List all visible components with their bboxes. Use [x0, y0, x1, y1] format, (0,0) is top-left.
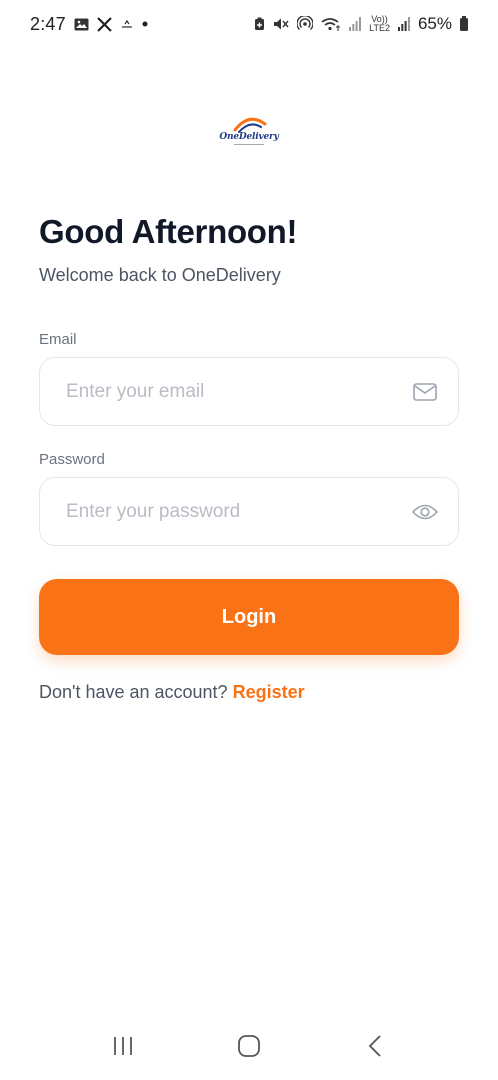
register-prompt: Don't have an account? — [39, 682, 228, 702]
register-row: Don't have an account? Register — [39, 682, 305, 703]
wifi-icon — [321, 17, 341, 32]
battery-saver-icon — [254, 17, 265, 31]
signal-1-icon — [349, 17, 362, 31]
status-bar-right: Vo)) LTE2 65% — [254, 14, 468, 34]
status-time: 2:47 — [30, 13, 66, 34]
back-icon[interactable] — [355, 1026, 395, 1066]
cloud-notification-icon — [120, 19, 134, 29]
more-notifications-dot-icon — [142, 21, 148, 27]
home-icon[interactable] — [229, 1026, 269, 1066]
mail-icon — [412, 379, 438, 405]
status-bar: 2:47 Vo)) LTE2 65% — [0, 0, 498, 48]
register-link[interactable]: Register — [233, 682, 305, 702]
email-label: Email — [39, 331, 77, 348]
volte-label-bottom: LTE2 — [369, 23, 390, 33]
gallery-notification-icon — [74, 18, 89, 31]
email-field-container[interactable] — [39, 357, 459, 426]
battery-icon — [460, 15, 468, 31]
volte-indicator: Vo)) LTE2 — [369, 15, 390, 33]
logo-brand-text: OneDelivery — [219, 132, 279, 142]
signal-2-icon — [397, 17, 410, 31]
system-nav-bar — [0, 1012, 498, 1080]
logo-tagline-line — [234, 143, 264, 147]
login-screen: 2:47 Vo)) LTE2 65% OneDelivery Good Afte… — [0, 0, 498, 1080]
battery-percent: 65% — [417, 14, 452, 33]
password-field-container[interactable] — [39, 477, 459, 546]
mute-icon — [273, 17, 289, 31]
eye-icon[interactable] — [412, 499, 438, 525]
hotspot-icon — [297, 16, 314, 32]
recents-icon[interactable] — [103, 1026, 143, 1066]
password-label: Password — [39, 451, 105, 468]
password-input[interactable] — [66, 500, 386, 523]
email-input[interactable] — [66, 380, 386, 403]
greeting-subtitle: Welcome back to OneDelivery — [39, 265, 281, 285]
app-logo: OneDelivery — [0, 110, 498, 147]
login-button[interactable]: Login — [39, 579, 459, 655]
greeting-title: Good Afternoon! — [39, 213, 298, 250]
x-app-notification-icon — [97, 16, 112, 32]
status-bar-left: 2:47 — [30, 14, 148, 35]
